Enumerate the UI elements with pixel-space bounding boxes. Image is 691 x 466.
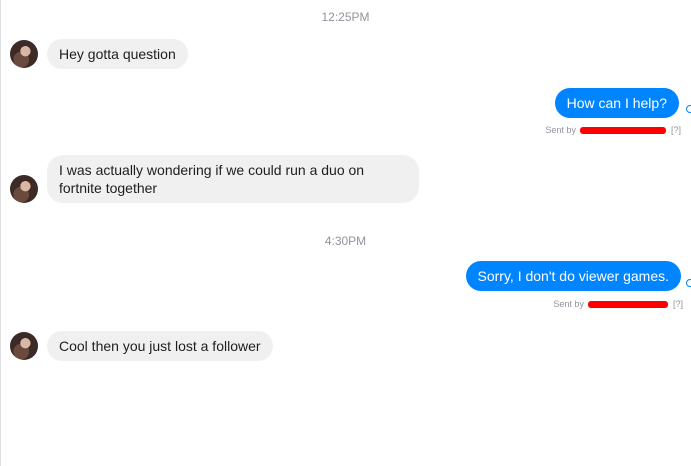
- redacted-name: [580, 127, 667, 135]
- sent-by-help-link[interactable]: [?]: [673, 299, 683, 309]
- avatar[interactable]: [10, 175, 38, 203]
- incoming-message-bubble[interactable]: I was actually wondering if we could run…: [47, 155, 419, 203]
- incoming-message-bubble[interactable]: Hey gotta question: [47, 39, 188, 69]
- sent-by-help-link[interactable]: [?]: [671, 125, 681, 135]
- sent-by-line: Sent by [?]: [545, 125, 681, 135]
- message-line: fortnite together: [59, 180, 158, 196]
- seen-status-icon: [686, 279, 691, 287]
- seen-status-icon: [686, 105, 691, 113]
- incoming-message-bubble[interactable]: Cool then you just lost a follower: [47, 331, 273, 361]
- timestamp-divider: 4:30PM: [324, 234, 367, 248]
- sent-by-label: Sent by: [553, 299, 584, 309]
- avatar[interactable]: [10, 332, 38, 360]
- redacted-name: [588, 301, 669, 309]
- sent-by-line: Sent by [?]: [553, 299, 683, 309]
- avatar[interactable]: [10, 40, 38, 68]
- timestamp-divider: 12:25PM: [321, 10, 370, 24]
- message-line: I was actually wondering if we could run…: [59, 162, 365, 178]
- conversation-border: [0, 0, 1, 466]
- outgoing-message-bubble[interactable]: How can I help?: [554, 88, 679, 118]
- outgoing-message-bubble[interactable]: Sorry, I don't do viewer games.: [465, 261, 681, 291]
- sent-by-label: Sent by: [545, 125, 576, 135]
